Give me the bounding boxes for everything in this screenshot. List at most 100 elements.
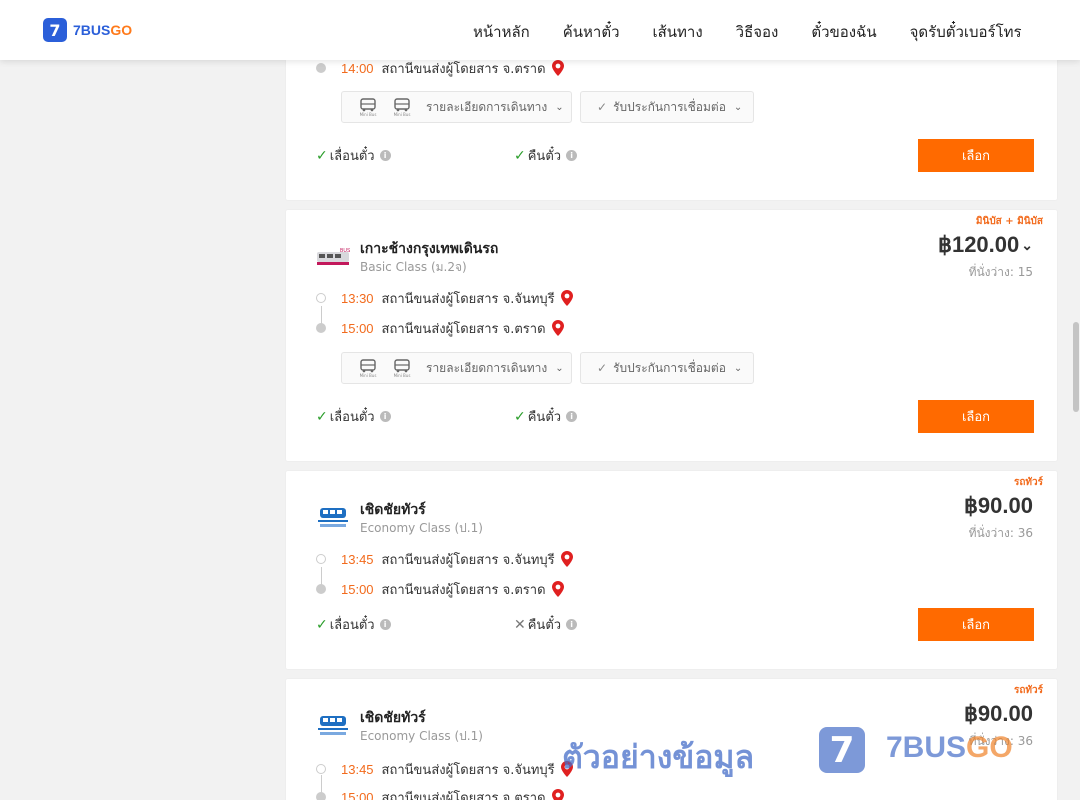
main-nav: หน้าหลัก ค้นหาตั๋ว เส้นทาง วิธีจอง ตั๋วข… (473, 20, 1055, 44)
nav-routes[interactable]: เส้นทาง (653, 20, 703, 44)
map-pin-icon[interactable] (551, 320, 564, 336)
top-header: 7 7BUSGO หน้าหลัก ค้นหาตั๋ว เส้นทาง วิธี… (0, 0, 1080, 60)
map-pin-icon[interactable] (560, 551, 573, 567)
stop-time: 15:00 (341, 789, 374, 800)
stop-dot (316, 323, 326, 333)
info-icon[interactable]: i (379, 619, 391, 630)
check-icon: ✓ (597, 361, 608, 375)
stop-arrival: 14:00 สถานีขนส่งผู้โดยสาร จ.ตราด (316, 58, 564, 78)
stop-station: สถานีขนส่งผู้โดยสาร จ.ตราด (381, 61, 546, 77)
reschedule-feature: ✓ เลื่อนตั๋ว i (316, 406, 391, 427)
check-icon: ✓ (514, 408, 526, 425)
vehicle-type-tag: รถทัวร์ (1013, 477, 1043, 488)
trip-card: รถทัวร์ เชิดชัยทัวร์ Economy Class (ป.1)… (286, 471, 1057, 669)
scroll-thumb[interactable] (1073, 322, 1079, 412)
stop-station: สถานีขนส่งผู้โดยสาร จ.ตราด (381, 582, 546, 598)
vehicle-type-tag: มินิบัส + มินิบัส (975, 216, 1043, 227)
check-icon: ✓ (316, 147, 328, 164)
stop-dot (316, 584, 326, 594)
refund-label: คืนตั๋ว (527, 618, 562, 633)
stop-time: 14:00 (341, 60, 374, 76)
minibus-icon: Mini Bus (390, 97, 414, 117)
stop-time: 13:30 (341, 290, 374, 306)
stop-time: 15:00 (341, 581, 374, 597)
info-icon[interactable]: i (379, 150, 391, 161)
info-icon[interactable]: i (379, 411, 391, 422)
connection-guarantee-toggle[interactable]: ✓ รับประกันการเชื่อมต่อ ⌄ (580, 352, 754, 384)
logo-mark: 7 (43, 18, 67, 42)
select-button[interactable]: เลือก (918, 608, 1034, 641)
stop-arrival: 15:00 สถานีขนส่งผู้โดยสาร จ.ตราด (316, 318, 564, 338)
operator-name: เชิดชัยทัวร์ (360, 710, 426, 726)
cross-icon: ✕ (514, 616, 526, 633)
seats-available: ที่นั่งว่าง: 15 (968, 265, 1033, 279)
operator-name: เชิดชัยทัวร์ (360, 502, 426, 518)
seats-available: ที่นั่งว่าง: 36 (968, 526, 1033, 540)
nav-home[interactable]: หน้าหลัก (473, 20, 530, 44)
info-icon[interactable]: i (566, 619, 578, 630)
chevron-down-icon: ⌄ (1021, 237, 1033, 253)
nav-ticket-pickup-phone[interactable]: จุดรับตั๋วเบอร์โทร (910, 20, 1022, 44)
stop-station: สถานีขนส่งผู้โดยสาร จ.จันทบุรี (381, 291, 555, 307)
stop-dot (316, 293, 326, 303)
nav-my-tickets[interactable]: ตั๋วของฉัน (811, 20, 876, 44)
check-icon: ✓ (316, 616, 328, 633)
route-details-toggle[interactable]: Mini Bus Mini Bus รายละเอียดการเดินทาง ⌄ (341, 91, 572, 123)
stop-station: สถานีขนส่งผู้โดยสาร จ.ตราด (381, 790, 546, 800)
watermark-brand: 7BUSGO (886, 731, 1013, 764)
route-details-label: รายละเอียดการเดินทาง (426, 360, 548, 375)
connection-guarantee-toggle[interactable]: ✓ รับประกันการเชื่อมต่อ ⌄ (580, 91, 754, 123)
stop-station: สถานีขนส่งผู้โดยสาร จ.ตราด (381, 321, 546, 337)
reschedule-feature: ✓ เลื่อนตั๋ว i (316, 145, 391, 166)
refund-label: คืนตั๋ว (527, 410, 562, 425)
operator-logo (318, 508, 348, 527)
minibus-icon: Mini Bus (390, 358, 414, 378)
operator-logo (318, 716, 348, 735)
map-pin-icon[interactable] (551, 60, 564, 76)
nav-search-ticket[interactable]: ค้นหาตั๋ว (563, 20, 620, 44)
map-pin-icon[interactable] (551, 789, 564, 800)
chevron-down-icon: ⌄ (555, 362, 564, 374)
vehicle-type-tag: รถทัวร์ (1013, 685, 1043, 696)
chevron-down-icon: ⌄ (733, 362, 743, 374)
refund-feature: ✓ คืนตั๋ว i (514, 406, 578, 427)
check-icon: ✓ (316, 408, 328, 425)
stop-dot (316, 764, 326, 774)
page-scrollbar[interactable] (1072, 60, 1080, 800)
nav-how-to-book[interactable]: วิธีจอง (736, 20, 779, 44)
operator-logo: BUS (317, 248, 350, 265)
watermark-logo: 7 (819, 727, 865, 773)
operator-name: เกาะช้างกรุงเทพเดินรถ (360, 241, 499, 257)
stop-arrival: 15:00 สถานีขนส่งผู้โดยสาร จ.ตราด (316, 579, 564, 599)
logo-text: 7BUSGO (73, 22, 133, 38)
trip-card: มินิบัส + มินิบัส BUS เกาะช้างกรุงเทพเดิ… (286, 210, 1057, 461)
stop-time: 13:45 (341, 761, 374, 777)
svg-text:BUS: BUS (340, 248, 350, 254)
trip-card: 14:00 สถานีขนส่งผู้โดยสาร จ.ตราด Mini Bu… (286, 40, 1057, 200)
select-button[interactable]: เลือก (918, 400, 1034, 433)
price[interactable]: ฿120.00 ⌄ (938, 232, 1033, 258)
select-button[interactable]: เลือก (918, 139, 1034, 172)
stop-departure: 13:45 สถานีขนส่งผู้โดยสาร จ.จันทบุรี (316, 759, 573, 779)
info-icon[interactable]: i (566, 411, 578, 422)
stop-departure: 13:30 สถานีขนส่งผู้โดยสาร จ.จันทบุรี (316, 288, 573, 308)
site-logo[interactable]: 7 7BUSGO (43, 18, 132, 42)
refund-feature: ✓ คืนตั๋ว i (514, 145, 578, 166)
check-icon: ✓ (597, 100, 608, 114)
connection-guarantee-label: รับประกันการเชื่อมต่อ (613, 360, 726, 375)
price: ฿90.00 (963, 493, 1033, 518)
minibus-icon: Mini Bus (356, 358, 380, 378)
reschedule-label: เลื่อนตั๋ว (329, 149, 375, 164)
connection-guarantee-label: รับประกันการเชื่อมต่อ (613, 99, 726, 114)
reschedule-label: เลื่อนตั๋ว (329, 618, 375, 633)
route-details-toggle[interactable]: Mini Bus Mini Bus รายละเอียดการเดินทาง ⌄ (341, 352, 572, 384)
map-pin-icon[interactable] (560, 290, 573, 306)
map-pin-icon[interactable] (551, 581, 564, 597)
operator-class: Basic Class (ม.2จ) (360, 260, 467, 274)
info-icon[interactable]: i (566, 150, 578, 161)
stop-arrival: 15:00 สถานีขนส่งผู้โดยสาร จ.ตราด (316, 787, 564, 800)
operator-class: Economy Class (ป.1) (360, 729, 483, 743)
stop-time: 15:00 (341, 320, 374, 336)
stop-time: 13:45 (341, 551, 374, 567)
price: ฿90.00 (963, 701, 1033, 726)
